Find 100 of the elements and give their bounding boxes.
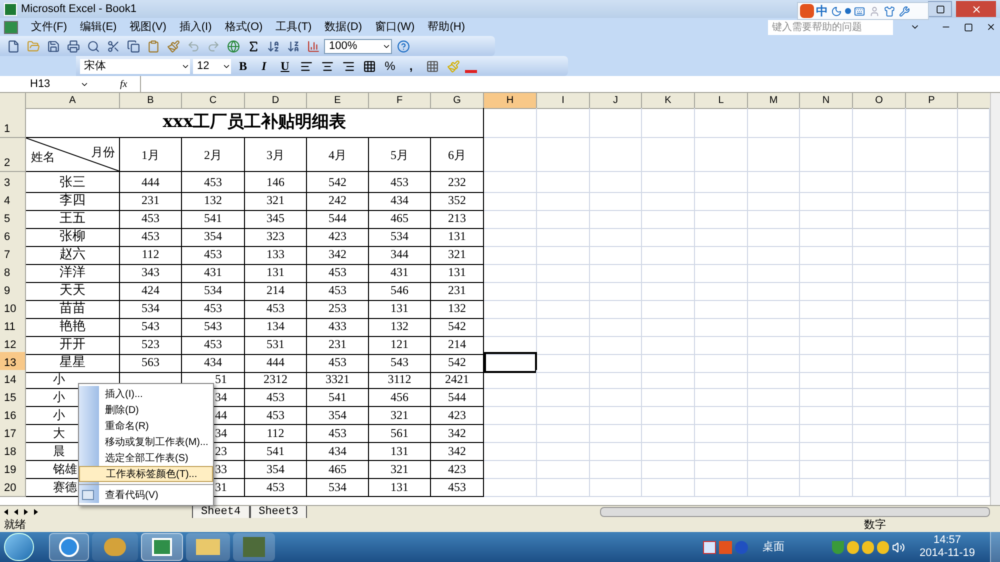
empty-cell[interactable] xyxy=(695,108,748,138)
empty-cell[interactable] xyxy=(590,244,642,264)
empty-cell[interactable] xyxy=(800,138,853,172)
menu-item[interactable]: 数据(D) xyxy=(324,18,362,36)
zoom-dropdown[interactable]: 100% xyxy=(324,38,392,54)
empty-cell[interactable] xyxy=(642,406,695,425)
empty-cell[interactable] xyxy=(695,424,748,443)
empty-cell[interactable] xyxy=(590,370,642,389)
empty-cell[interactable] xyxy=(642,298,695,318)
column-header[interactable]: L xyxy=(695,93,748,109)
show-desktop-button[interactable] xyxy=(990,532,1000,562)
column-header[interactable]: A xyxy=(26,93,120,109)
empty-cell[interactable] xyxy=(537,244,590,264)
empty-cell[interactable] xyxy=(853,298,906,318)
workbook-icon[interactable] xyxy=(4,20,18,34)
empty-cell[interactable] xyxy=(695,262,748,282)
empty-cell[interactable] xyxy=(484,460,537,479)
folder-taskbar-icon[interactable] xyxy=(186,533,230,561)
empty-cell[interactable] xyxy=(800,352,853,372)
empty-cell[interactable] xyxy=(642,108,695,138)
empty-cell[interactable] xyxy=(590,406,642,425)
empty-cell[interactable] xyxy=(748,334,800,354)
empty-cell[interactable] xyxy=(537,108,590,138)
empty-cell[interactable] xyxy=(642,208,695,228)
column-header[interactable]: E xyxy=(307,93,369,109)
help-search-field[interactable]: 键入需要帮助的问题 xyxy=(768,20,893,34)
italic-button[interactable]: I xyxy=(255,57,273,75)
empty-cell[interactable] xyxy=(642,370,695,389)
empty-cell[interactable] xyxy=(484,190,537,210)
empty-cell[interactable] xyxy=(800,460,853,479)
row-header[interactable]: 17 xyxy=(0,424,26,443)
empty-cell[interactable] xyxy=(537,316,590,336)
row-header[interactable]: 14 xyxy=(0,370,26,389)
empty-cell[interactable] xyxy=(853,208,906,228)
font-dropdown[interactable]: 宋体 xyxy=(80,58,190,74)
empty-cell[interactable] xyxy=(590,108,642,138)
empty-cell[interactable] xyxy=(906,370,958,389)
menu-item[interactable]: 移动或复制工作表(M)... xyxy=(79,434,213,450)
column-header[interactable]: B xyxy=(120,93,182,109)
empty-cell[interactable] xyxy=(642,352,695,372)
select-all-corner[interactable] xyxy=(0,93,26,109)
empty-cell[interactable] xyxy=(695,138,748,172)
row-header[interactable]: 19 xyxy=(0,460,26,479)
empty-cell[interactable] xyxy=(590,208,642,228)
empty-cell[interactable] xyxy=(748,190,800,210)
empty-cell[interactable] xyxy=(537,298,590,318)
empty-cell[interactable] xyxy=(800,370,853,389)
empty-cell[interactable] xyxy=(853,478,906,497)
empty-cell[interactable] xyxy=(748,406,800,425)
empty-cell[interactable] xyxy=(537,280,590,300)
empty-cell[interactable] xyxy=(590,280,642,300)
empty-cell[interactable] xyxy=(484,442,537,461)
empty-cell[interactable] xyxy=(853,388,906,407)
empty-cell[interactable] xyxy=(906,352,958,372)
empty-cell[interactable] xyxy=(906,460,958,479)
empty-cell[interactable] xyxy=(590,138,642,172)
empty-cell[interactable] xyxy=(537,208,590,228)
empty-cell[interactable] xyxy=(800,244,853,264)
empty-cell[interactable] xyxy=(906,334,958,354)
comma-button[interactable]: , xyxy=(402,57,420,75)
function-button[interactable]: fx xyxy=(120,76,140,92)
empty-cell[interactable] xyxy=(695,190,748,210)
empty-cell[interactable] xyxy=(800,424,853,443)
excel-taskbar-icon[interactable] xyxy=(141,533,183,561)
empty-cell[interactable] xyxy=(537,478,590,497)
percent-button[interactable]: % xyxy=(381,57,399,75)
empty-cell[interactable] xyxy=(484,208,537,228)
menu-item[interactable]: 工作表标签颜色(T)... xyxy=(79,466,213,482)
person-icon[interactable] xyxy=(868,4,881,18)
row-header[interactable]: 16 xyxy=(0,406,26,425)
menu-item[interactable]: 重命名(R) xyxy=(79,418,213,434)
empty-cell[interactable] xyxy=(537,442,590,461)
browser-taskbar-icon[interactable] xyxy=(49,533,89,561)
empty-cell[interactable] xyxy=(906,406,958,425)
empty-cell[interactable] xyxy=(853,370,906,389)
empty-cell[interactable] xyxy=(853,190,906,210)
bold-button[interactable]: B xyxy=(234,57,252,75)
empty-cell[interactable] xyxy=(748,208,800,228)
column-header[interactable]: J xyxy=(590,93,642,109)
punctuation-icon[interactable] xyxy=(845,8,851,14)
empty-cell[interactable] xyxy=(906,442,958,461)
column-header[interactable]: P xyxy=(906,93,958,109)
input-mode-toggle[interactable]: 中 xyxy=(816,2,828,20)
empty-cell[interactable] xyxy=(853,172,906,192)
empty-cell[interactable] xyxy=(484,262,537,282)
column-header[interactable]: M xyxy=(748,93,800,109)
empty-cell[interactable] xyxy=(484,298,537,318)
empty-cell[interactable] xyxy=(590,298,642,318)
empty-cell[interactable] xyxy=(695,334,748,354)
empty-cell[interactable] xyxy=(695,316,748,336)
empty-cell[interactable] xyxy=(748,316,800,336)
empty-cell[interactable] xyxy=(537,460,590,479)
empty-cell[interactable] xyxy=(748,370,800,389)
empty-cell[interactable] xyxy=(906,208,958,228)
empty-cell[interactable] xyxy=(484,424,537,443)
sheet-tab[interactable]: Sheet4 xyxy=(192,506,250,518)
empty-cell[interactable] xyxy=(906,226,958,246)
empty-cell[interactable] xyxy=(748,352,800,372)
empty-cell[interactable] xyxy=(642,262,695,282)
font-size-dropdown[interactable]: 12 xyxy=(193,58,231,74)
